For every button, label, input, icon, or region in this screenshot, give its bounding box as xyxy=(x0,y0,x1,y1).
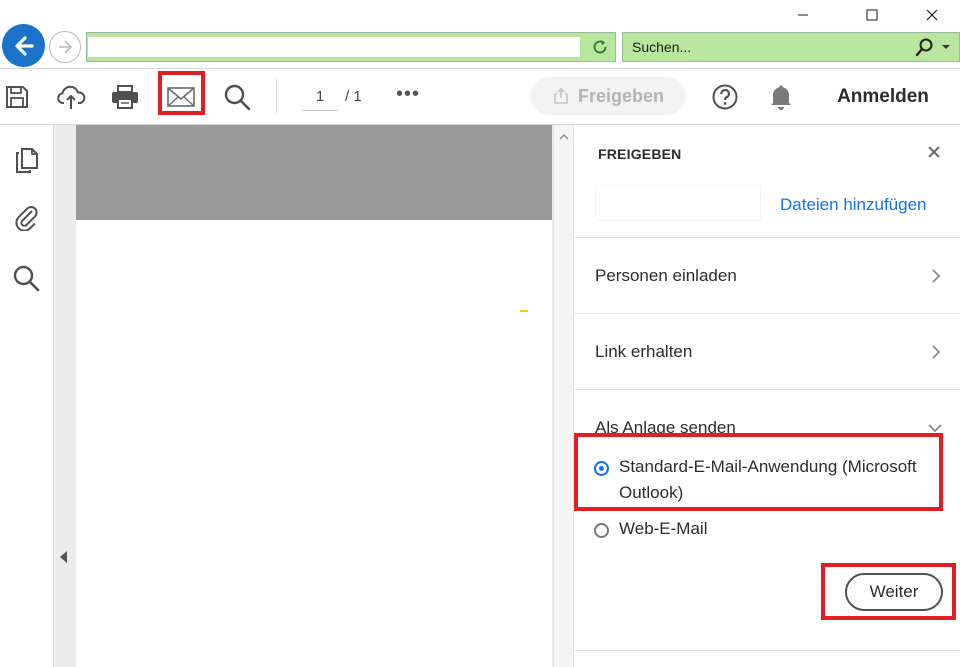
share-label: Freigeben xyxy=(577,85,665,106)
radio-web-mail[interactable] xyxy=(594,523,609,538)
find-button[interactable] xyxy=(220,69,254,125)
page-total: / 1 xyxy=(345,88,362,105)
close-window-button[interactable] xyxy=(909,0,955,30)
cloud-upload-icon xyxy=(57,85,86,109)
panel-close-button[interactable] xyxy=(923,141,945,163)
minimize-icon xyxy=(798,14,808,16)
search-box[interactable]: Suchen... xyxy=(622,32,960,62)
left-sidebar xyxy=(0,125,54,667)
option-label: Web-E-Mail xyxy=(619,519,708,538)
document-page xyxy=(76,220,552,667)
forward-button[interactable] xyxy=(49,31,81,63)
next-button[interactable]: Weiter xyxy=(845,573,943,611)
vertical-scrollbar[interactable] xyxy=(553,125,574,667)
save-button[interactable] xyxy=(2,69,32,125)
chevron-down-icon[interactable] xyxy=(941,43,951,51)
page-number-input[interactable]: 1 xyxy=(302,85,338,111)
arrow-right-icon xyxy=(59,40,73,54)
address-input[interactable] xyxy=(88,37,580,57)
print-icon xyxy=(112,85,138,109)
chevron-down-icon[interactable] xyxy=(928,423,942,433)
signin-button[interactable]: Anmelden xyxy=(820,77,946,117)
arrow-left-icon xyxy=(14,35,34,56)
divider xyxy=(575,650,960,651)
close-icon xyxy=(926,9,938,21)
chevron-right-icon[interactable] xyxy=(931,345,941,359)
file-thumbnail xyxy=(595,185,761,221)
option-label: Standard-E-Mail-Anwendung (Microsoft Out… xyxy=(619,457,917,502)
sidebar-search-button[interactable] xyxy=(0,258,52,298)
share-icon xyxy=(554,87,568,104)
minimize-button[interactable] xyxy=(780,0,826,30)
attachment-icon xyxy=(15,206,38,231)
help-button[interactable] xyxy=(708,69,742,125)
maximize-icon xyxy=(866,9,878,21)
option-web-mail[interactable]: Web-E-Mail xyxy=(594,519,707,542)
add-files-link[interactable]: Dateien hinzufügen xyxy=(780,195,927,215)
divider xyxy=(575,237,960,238)
back-button[interactable] xyxy=(2,24,45,67)
print-button[interactable] xyxy=(108,69,142,125)
search-icon xyxy=(224,84,251,111)
more-tools-button[interactable]: ••• xyxy=(396,83,420,106)
notifications-button[interactable] xyxy=(764,69,798,125)
acrobat-toolbar: 1 / 1 ••• Freigeben Anmelden xyxy=(0,68,960,125)
get-link-row[interactable]: Link erhalten xyxy=(595,342,692,362)
magnifier-icon[interactable] xyxy=(915,37,935,57)
pages-icon xyxy=(16,148,38,173)
chevron-right-icon[interactable] xyxy=(931,269,941,283)
attachments-button[interactable] xyxy=(0,197,52,237)
search-placeholder[interactable]: Suchen... xyxy=(632,39,691,55)
radio-default-mail[interactable] xyxy=(594,461,609,476)
search-icon xyxy=(13,265,40,292)
close-icon xyxy=(928,146,940,158)
page-thumbnails-button[interactable] xyxy=(0,140,52,180)
divider xyxy=(575,313,960,314)
document-page-header xyxy=(76,125,552,220)
send-attachment-row[interactable]: Als Anlage senden xyxy=(595,418,736,438)
email-button[interactable] xyxy=(162,69,200,125)
refresh-button[interactable] xyxy=(589,36,611,58)
refresh-icon xyxy=(593,40,607,54)
toolbar-separator xyxy=(276,79,277,113)
divider xyxy=(575,389,960,390)
invite-people-row[interactable]: Personen einladen xyxy=(595,266,737,286)
address-bar[interactable] xyxy=(86,32,616,62)
option-default-mail[interactable]: Standard-E-Mail-Anwendung (Microsoft Out… xyxy=(594,457,949,506)
panel-title: FREIGEBEN xyxy=(598,146,682,162)
bell-icon xyxy=(771,85,791,110)
share-button[interactable]: Freigeben xyxy=(530,77,686,115)
highlight-mark xyxy=(520,310,528,312)
upload-button[interactable] xyxy=(54,69,88,125)
save-icon xyxy=(6,86,28,108)
maximize-button[interactable] xyxy=(849,0,895,30)
chevron-up-icon[interactable] xyxy=(559,133,569,140)
help-icon xyxy=(712,84,738,110)
email-icon xyxy=(167,87,195,107)
collapse-left-icon[interactable] xyxy=(60,551,67,563)
share-panel: FREIGEBEN Dateien hinzufügen Personen ei… xyxy=(575,125,960,667)
